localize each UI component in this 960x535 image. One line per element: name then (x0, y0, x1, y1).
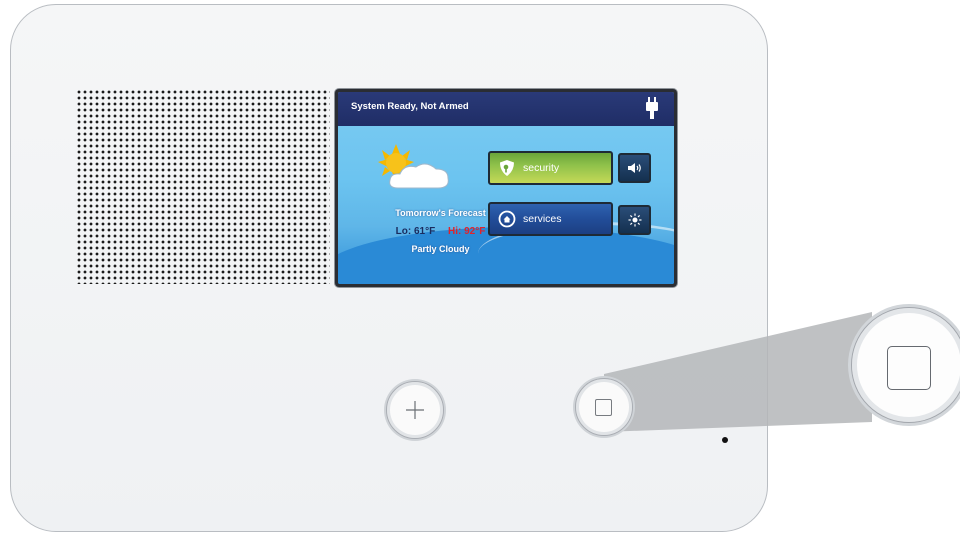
high-temperature: Hi: 92°F (448, 226, 486, 237)
square-icon (595, 399, 612, 416)
speaker-grille (76, 89, 330, 284)
brightness-icon (628, 213, 641, 227)
plug-icon (646, 97, 658, 119)
control-panel-device: System Ready, Not Armed Tomorrow's Forec… (10, 4, 768, 532)
services-button[interactable]: services (488, 202, 613, 236)
forecast-condition: Partly Cloudy (411, 244, 470, 254)
speaker-volume-icon (627, 163, 641, 173)
shield-icon (500, 160, 514, 176)
system-status-text: System Ready, Not Armed (351, 101, 469, 112)
home-button-zoom (851, 307, 960, 423)
security-button-label: security (523, 162, 560, 174)
home-refresh-icon (498, 210, 516, 228)
home-button[interactable] (575, 378, 633, 436)
touchscreen: System Ready, Not Armed Tomorrow's Forec… (338, 92, 674, 284)
square-icon-enlarged (887, 346, 931, 390)
security-button[interactable]: security (488, 151, 613, 185)
low-temperature: Lo: 61°F (395, 226, 436, 237)
brightness-button[interactable] (618, 205, 651, 235)
partly-cloudy-icon (378, 144, 449, 189)
touchscreen-bezel: System Ready, Not Armed Tomorrow's Forec… (335, 89, 677, 287)
status-bar: System Ready, Not Armed (338, 92, 674, 126)
plus-icon (406, 401, 424, 419)
plus-button[interactable] (386, 381, 444, 439)
microphone-hole (722, 437, 728, 443)
volume-button[interactable] (618, 153, 651, 183)
services-button-label: services (523, 213, 562, 225)
